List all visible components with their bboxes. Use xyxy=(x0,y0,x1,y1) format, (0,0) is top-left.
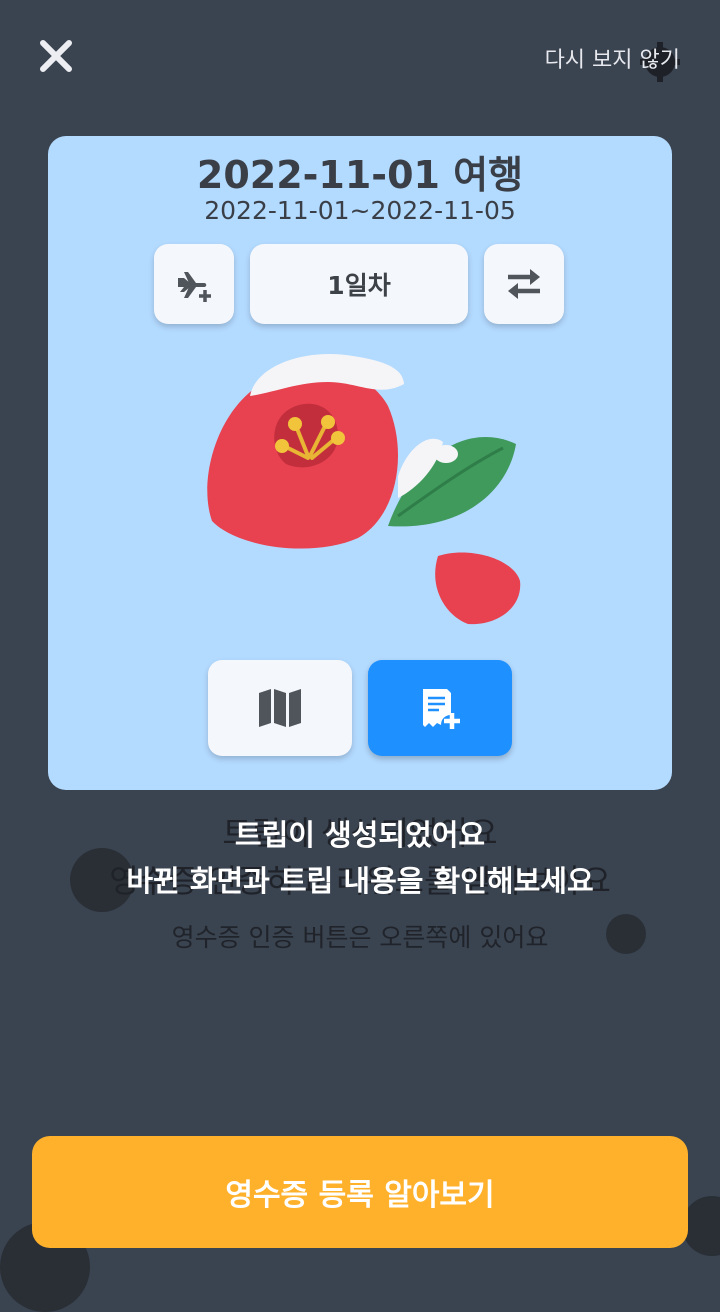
trip-created-message: 트립이 생성되었어요 xyxy=(234,818,486,852)
trip-dates: 2022-11-01~2022-11-05 xyxy=(204,196,516,225)
add-receipt-button[interactable] xyxy=(368,660,512,756)
day-label: 1일차 xyxy=(327,271,391,300)
receipt-button-hint: 영수증 인증 버튼은 오른쪽에 있어요 xyxy=(171,923,549,952)
close-icon xyxy=(40,40,72,72)
swap-icon xyxy=(508,269,540,299)
receipt-add-icon xyxy=(423,689,460,729)
map-icon xyxy=(259,689,301,727)
add-flight-button[interactable] xyxy=(154,244,234,324)
day-selector-button[interactable]: 1일차 xyxy=(250,244,468,324)
check-screen-message: 바뀐 화면과 트립 내용을 확인해보세요 xyxy=(126,864,594,898)
map-button[interactable] xyxy=(208,660,352,756)
flight-add-icon xyxy=(178,272,211,302)
camellia-flower-icon xyxy=(207,353,521,625)
swap-button[interactable] xyxy=(484,244,564,324)
close-button[interactable] xyxy=(36,36,76,76)
receipt-registration-guide-button[interactable]: 영수증 등록 알아보기 xyxy=(32,1136,688,1248)
trip-title: 2022-11-01 여행 xyxy=(196,153,524,197)
dont-show-again-link[interactable]: 다시 보지 않기 xyxy=(545,42,680,74)
trip-preview-card: 2022-11-01 여행 2022-11-01~2022-11-05 1일차 xyxy=(48,136,672,790)
